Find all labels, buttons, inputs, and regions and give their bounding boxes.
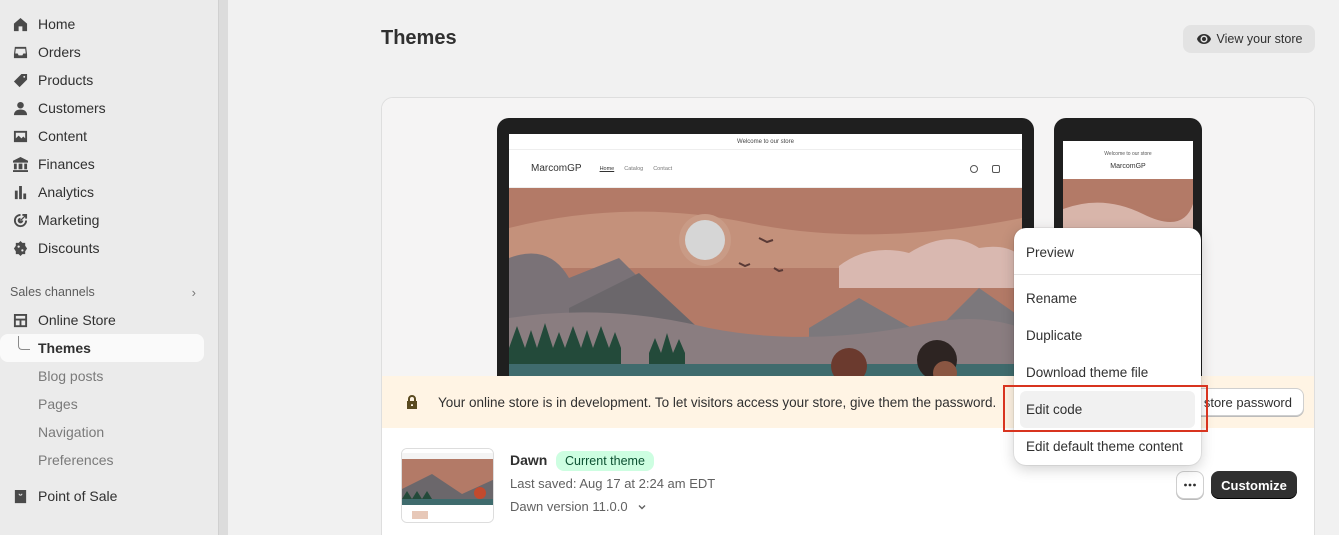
store-link-home: Home <box>599 165 615 172</box>
theme-thumbnail-image <box>402 449 493 522</box>
tree-connector <box>18 336 30 350</box>
menu-item-preview[interactable]: Preview <box>1020 234 1195 271</box>
sidebar-item-label: Orders <box>38 44 81 60</box>
sidebar-item-pages[interactable]: Pages <box>0 390 218 418</box>
sidebar-item-label: Online Store <box>38 312 116 328</box>
desktop-preview-screen: Welcome to our store MarcomGP Home Catal… <box>509 134 1022 378</box>
mobile-store-announcement: Welcome to our store <box>1104 150 1152 157</box>
sales-channels-header[interactable]: Sales channels › <box>0 278 218 306</box>
mobile-store-header: Welcome to our store MarcomGP <box>1063 141 1193 179</box>
store-link-contact: Contact <box>653 165 673 172</box>
page-title: Themes <box>381 27 457 49</box>
search-icon <box>970 164 978 173</box>
menu-item-edit-default-theme-content[interactable]: Edit default theme content <box>1020 428 1195 465</box>
store-logo: MarcomGP <box>531 163 582 174</box>
theme-version-toggle[interactable]: Dawn version 11.0.0 <box>510 499 648 514</box>
current-theme-badge: Current theme <box>556 451 654 471</box>
view-store-button[interactable]: View your store <box>1183 25 1315 53</box>
store-header: MarcomGP Home Catalog Contact <box>509 150 1022 188</box>
lock-icon <box>407 395 417 409</box>
last-saved-text: Last saved: Aug 17 at 2:24 am EDT <box>510 476 716 491</box>
menu-item-rename[interactable]: Rename <box>1020 280 1195 317</box>
bank-icon <box>12 156 28 172</box>
sidebar-item-orders[interactable]: Orders <box>0 38 218 66</box>
sidebar-item-analytics[interactable]: Analytics <box>0 178 218 206</box>
hero-illustration <box>509 188 1022 378</box>
sidebar-item-label: Discounts <box>38 240 100 256</box>
sidebar-item-products[interactable]: Products <box>0 66 218 94</box>
pos-bag-icon <box>12 488 28 504</box>
sidebar-item-home[interactable]: Home <box>0 10 218 38</box>
more-actions-button[interactable] <box>1176 471 1204 499</box>
home-icon <box>12 16 28 32</box>
sidebar-scrollbar[interactable] <box>218 0 228 535</box>
store-announcement: Welcome to our store <box>509 134 1022 150</box>
theme-version-text: Dawn version 11.0.0 <box>510 499 628 514</box>
sidebar-item-label: Themes <box>38 340 91 356</box>
theme-thumbnail[interactable] <box>401 448 494 523</box>
sidebar-item-online-store[interactable]: Online Store <box>0 306 218 334</box>
bar-chart-icon <box>12 184 28 200</box>
tag-icon <box>12 72 28 88</box>
sidebar-item-label: Preferences <box>38 452 114 468</box>
sidebar-item-label: Content <box>38 128 88 144</box>
sidebar-item-label: Home <box>38 16 76 32</box>
sidebar-item-preferences[interactable]: Preferences <box>0 446 218 474</box>
ellipsis-icon <box>1184 483 1196 487</box>
discount-icon <box>12 240 28 256</box>
store-password-label: store password <box>1203 394 1292 410</box>
sidebar-item-finances[interactable]: Finances <box>0 150 218 178</box>
customize-button[interactable]: Customize <box>1211 471 1297 499</box>
eye-icon <box>1196 34 1211 44</box>
sidebar-item-label: Marketing <box>38 212 100 228</box>
menu-separator <box>1014 274 1201 275</box>
sidebar-item-label: Analytics <box>38 184 95 200</box>
cart-icon <box>992 164 1000 173</box>
sales-channels-label: Sales channels <box>10 285 95 299</box>
sidebar-item-marketing[interactable]: Marketing <box>0 206 218 234</box>
sidebar-item-blog-posts[interactable]: Blog posts <box>0 362 218 390</box>
sidebar-item-themes[interactable]: Themes <box>0 334 204 362</box>
sidebar-item-label: Finances <box>38 156 95 172</box>
theme-name: Dawn <box>510 452 548 468</box>
sidebar-item-customers[interactable]: Customers <box>0 94 218 122</box>
sidebar-item-navigation[interactable]: Navigation <box>0 418 218 446</box>
chevron-right-icon: › <box>191 284 196 300</box>
sidebar: Home Orders Products Customers Content F… <box>0 0 218 535</box>
sidebar-item-label: Customers <box>38 100 106 116</box>
store-link-catalog: Catalog <box>624 165 644 172</box>
sidebar-item-label: Point of Sale <box>38 488 118 504</box>
sidebar-item-label: Products <box>38 72 94 88</box>
sidebar-item-point-of-sale[interactable]: Point of Sale <box>0 482 218 510</box>
development-banner-text: Your online store is in development. To … <box>438 394 997 410</box>
sidebar-item-label: Pages <box>38 396 78 412</box>
target-icon <box>12 212 28 228</box>
sidebar-item-content[interactable]: Content <box>0 122 218 150</box>
edit-code-highlight <box>1003 385 1208 432</box>
menu-item-duplicate[interactable]: Duplicate <box>1020 317 1195 354</box>
inbox-icon <box>12 44 28 60</box>
desktop-preview-frame: Welcome to our store MarcomGP Home Catal… <box>497 118 1034 378</box>
sidebar-item-label: Navigation <box>38 424 105 440</box>
store-header-icons <box>970 164 1000 173</box>
image-icon <box>12 128 28 144</box>
sidebar-item-discounts[interactable]: Discounts <box>0 234 218 262</box>
sidebar-item-label: Blog posts <box>38 368 104 384</box>
person-icon <box>12 100 28 116</box>
chevron-down-icon <box>638 504 646 509</box>
store-icon <box>12 312 28 328</box>
view-store-label: View your store <box>1216 32 1303 46</box>
mobile-store-logo: MarcomGP <box>1110 162 1146 170</box>
